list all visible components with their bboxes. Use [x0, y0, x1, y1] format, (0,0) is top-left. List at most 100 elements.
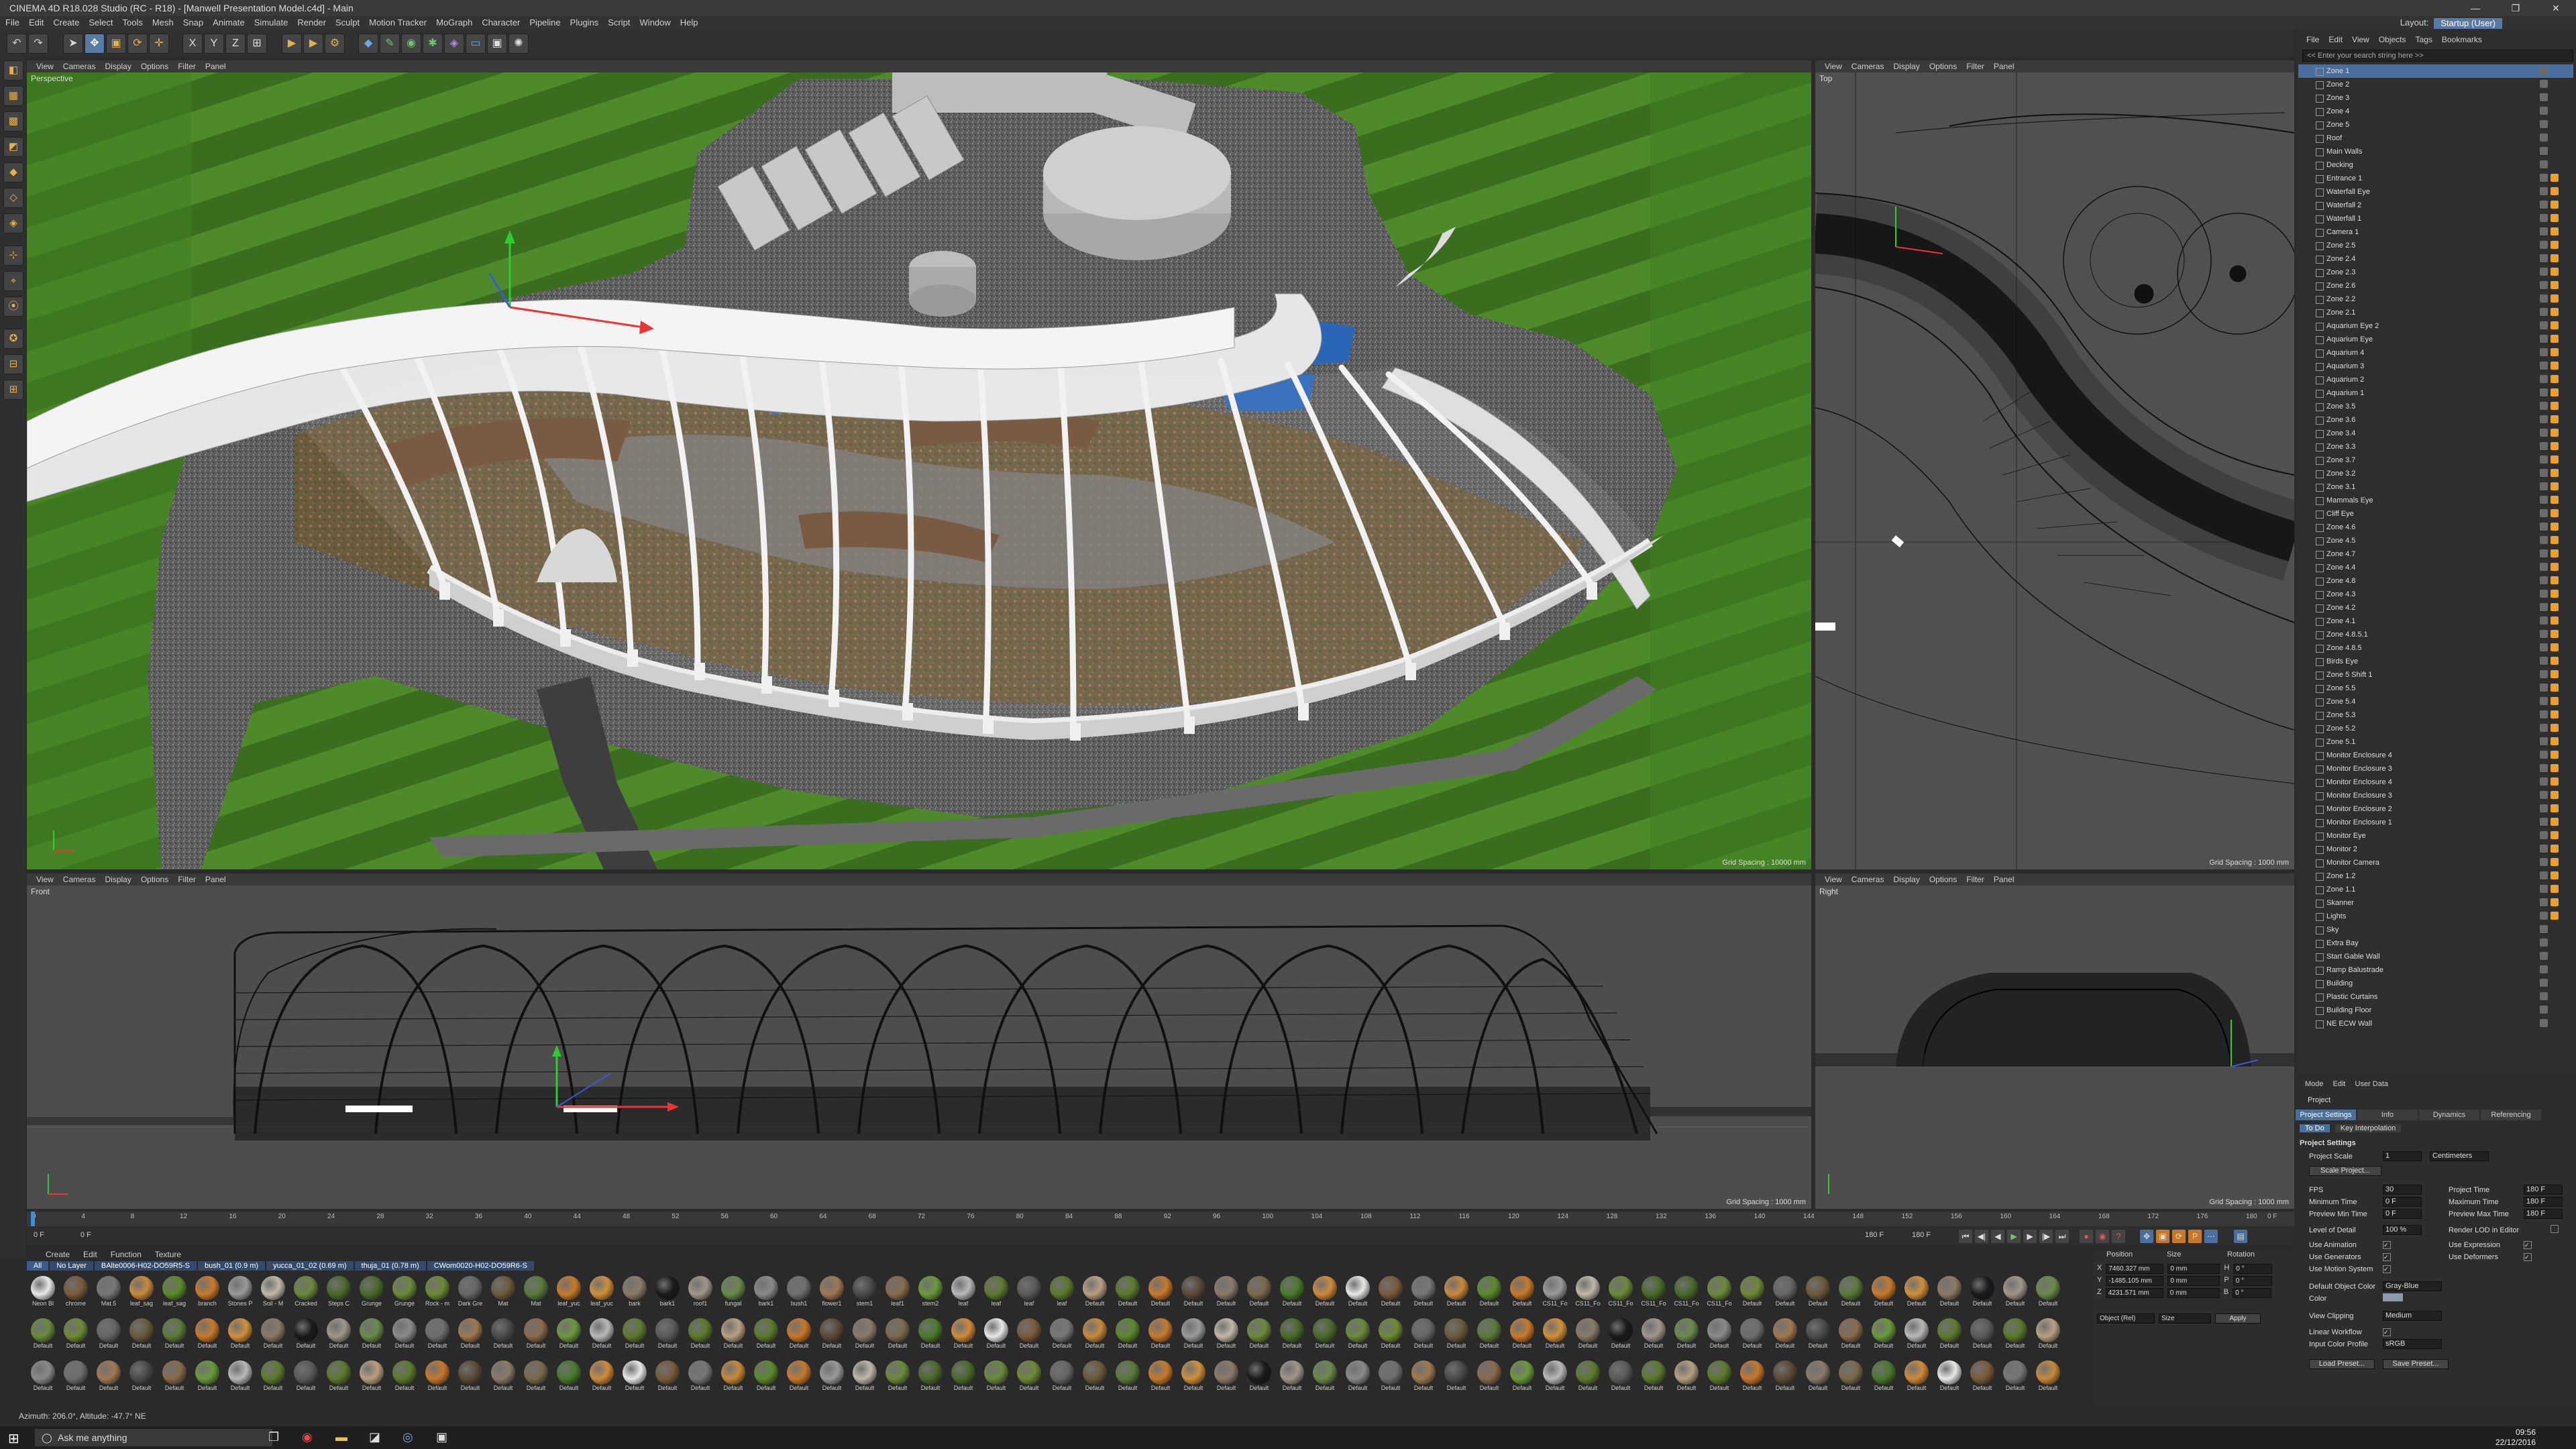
material-swatch[interactable]: leaf: [949, 1275, 978, 1316]
material-swatch[interactable]: Default: [193, 1317, 222, 1358]
workplane-lock-icon[interactable]: ⊟: [3, 354, 23, 374]
material-swatch[interactable]: Default: [1343, 1275, 1373, 1316]
file-explorer-icon[interactable]: ▬: [335, 1430, 347, 1444]
compositing-tag-icon[interactable]: [2551, 201, 2559, 209]
material-swatch[interactable]: Default: [1376, 1359, 1405, 1401]
visibility-dot-icon[interactable]: [2540, 764, 2548, 772]
use-generators-checkbox[interactable]: ✓: [2383, 1253, 2391, 1261]
layout-dropdown[interactable]: Startup (User): [2434, 18, 2502, 29]
material-swatch[interactable]: Mat: [521, 1275, 551, 1316]
close-button[interactable]: ✕: [2536, 0, 2576, 16]
material-swatch[interactable]: Default: [1902, 1275, 1931, 1316]
material-swatch[interactable]: Default: [620, 1359, 649, 1401]
material-menu-texture[interactable]: Texture: [155, 1249, 181, 1260]
menu-tools[interactable]: Tools: [123, 16, 143, 30]
object-row[interactable]: Zone 1.2: [2298, 869, 2573, 883]
grid-icon[interactable]: ⊞: [3, 380, 23, 400]
visibility-dot-icon[interactable]: [2540, 925, 2548, 933]
visibility-dot-icon[interactable]: [2540, 563, 2548, 571]
material-swatch[interactable]: Default: [1146, 1275, 1175, 1316]
compositing-tag-icon[interactable]: [2551, 684, 2559, 692]
chrome-icon[interactable]: ◉: [302, 1430, 313, 1444]
material-swatch[interactable]: Mat.5: [94, 1275, 123, 1316]
visibility-dot-icon[interactable]: [2540, 643, 2548, 651]
material-swatch[interactable]: Default: [916, 1317, 945, 1358]
material-swatch[interactable]: Default: [1014, 1317, 1044, 1358]
material-swatch[interactable]: Default: [1803, 1275, 1833, 1316]
material-swatch[interactable]: Default: [1540, 1359, 1570, 1401]
visibility-dot-icon[interactable]: [2540, 214, 2548, 222]
object-row[interactable]: Zone 1.1: [2298, 883, 2573, 896]
compositing-tag-icon[interactable]: [2551, 536, 2559, 544]
polygons-mode-icon[interactable]: ◈: [3, 213, 23, 233]
material-swatch[interactable]: Default: [1474, 1359, 1504, 1401]
object-row[interactable]: Skanner: [2298, 896, 2573, 910]
menu-simulate[interactable]: Simulate: [254, 16, 288, 30]
compositing-tag-icon[interactable]: [2551, 321, 2559, 329]
compositing-tag-icon[interactable]: [2551, 362, 2559, 370]
store-icon[interactable]: ◪: [369, 1430, 380, 1444]
visibility-dot-icon[interactable]: [2540, 858, 2548, 866]
material-swatch[interactable]: leaf1: [883, 1275, 912, 1316]
material-swatch[interactable]: leaf: [981, 1275, 1011, 1316]
compositing-tag-icon[interactable]: [2551, 268, 2559, 276]
object-menu-tags[interactable]: Tags: [2416, 35, 2432, 44]
cube-icon[interactable]: ◆: [358, 34, 378, 54]
visibility-dot-icon[interactable]: [2540, 549, 2548, 557]
viewport-menu-cameras[interactable]: Cameras: [1851, 873, 1884, 885]
menu-edit[interactable]: Edit: [29, 16, 44, 30]
compositing-tag-icon[interactable]: [2551, 469, 2559, 477]
object-row[interactable]: Zone 3.3: [2298, 440, 2573, 453]
visibility-dot-icon[interactable]: [2540, 348, 2548, 356]
object-row[interactable]: Zone 5.3: [2298, 708, 2573, 722]
material-swatch[interactable]: Default: [1902, 1317, 1931, 1358]
compositing-tag-icon[interactable]: [2551, 898, 2559, 906]
project-time-field[interactable]: 180 F: [2524, 1185, 2563, 1195]
object-row[interactable]: Aquarium 3: [2298, 360, 2573, 373]
material-swatch[interactable]: stem2: [916, 1275, 945, 1316]
material-swatch[interactable]: Default: [1573, 1317, 1603, 1358]
material-swatch[interactable]: Default: [1935, 1359, 1964, 1401]
viewport-menu-display[interactable]: Display: [1893, 873, 1919, 885]
material-swatch[interactable]: Default: [1277, 1317, 1307, 1358]
material-swatch[interactable]: Default: [357, 1359, 386, 1401]
compositing-tag-icon[interactable]: [2551, 764, 2559, 772]
material-swatch[interactable]: CS11_Fo: [1672, 1275, 1701, 1316]
material-swatch[interactable]: Default: [1080, 1359, 1110, 1401]
object-menu-objects[interactable]: Objects: [2379, 35, 2406, 44]
material-swatch[interactable]: Default: [258, 1317, 288, 1358]
object-row[interactable]: Zone 4.2: [2298, 601, 2573, 614]
material-swatch[interactable]: Default: [488, 1359, 518, 1401]
viewport-menu-filter[interactable]: Filter: [178, 873, 196, 885]
object-row[interactable]: Lights: [2298, 910, 2573, 923]
material-swatch[interactable]: Default: [686, 1317, 715, 1358]
object-row[interactable]: Zone 5.2: [2298, 722, 2573, 735]
object-row[interactable]: Zone 5.1: [2298, 735, 2573, 749]
viewport-menu-panel[interactable]: Panel: [1994, 60, 2015, 72]
material-swatch[interactable]: Steps C: [324, 1275, 354, 1316]
material-swatch[interactable]: CS11_Fo: [1639, 1275, 1668, 1316]
maximize-button[interactable]: ❐: [2496, 0, 2536, 16]
material-swatch[interactable]: Default: [1672, 1359, 1701, 1401]
object-row[interactable]: Monitor Enclosure 4: [2298, 749, 2573, 762]
coord-apply-button[interactable]: Apply: [2215, 1313, 2261, 1324]
material-swatch[interactable]: Default: [1179, 1359, 1208, 1401]
compositing-tag-icon[interactable]: [2551, 912, 2559, 920]
menu-select[interactable]: Select: [89, 16, 113, 30]
material-swatch[interactable]: Default: [488, 1317, 518, 1358]
select-arrow-icon[interactable]: ➤: [63, 34, 83, 54]
material-swatch[interactable]: Default: [193, 1359, 222, 1401]
coord-position-field[interactable]: -1485.105 mm: [2106, 1276, 2164, 1286]
compositing-tag-icon[interactable]: [2551, 576, 2559, 584]
material-tab[interactable]: bush_01 (0.9 m): [197, 1261, 266, 1271]
material-swatch[interactable]: Dark Gre: [455, 1275, 485, 1316]
material-swatch[interactable]: Default: [587, 1359, 616, 1401]
material-swatch[interactable]: Default: [1047, 1359, 1077, 1401]
object-row[interactable]: Zone 4: [2298, 105, 2573, 118]
material-swatch[interactable]: Default: [1047, 1317, 1077, 1358]
compositing-tag-icon[interactable]: [2551, 751, 2559, 759]
compositing-tag-icon[interactable]: [2551, 643, 2559, 651]
compositing-tag-icon[interactable]: [2551, 724, 2559, 732]
coord-size-field[interactable]: 0 mm: [2167, 1264, 2220, 1274]
material-swatch[interactable]: leaf_yuc: [554, 1275, 584, 1316]
